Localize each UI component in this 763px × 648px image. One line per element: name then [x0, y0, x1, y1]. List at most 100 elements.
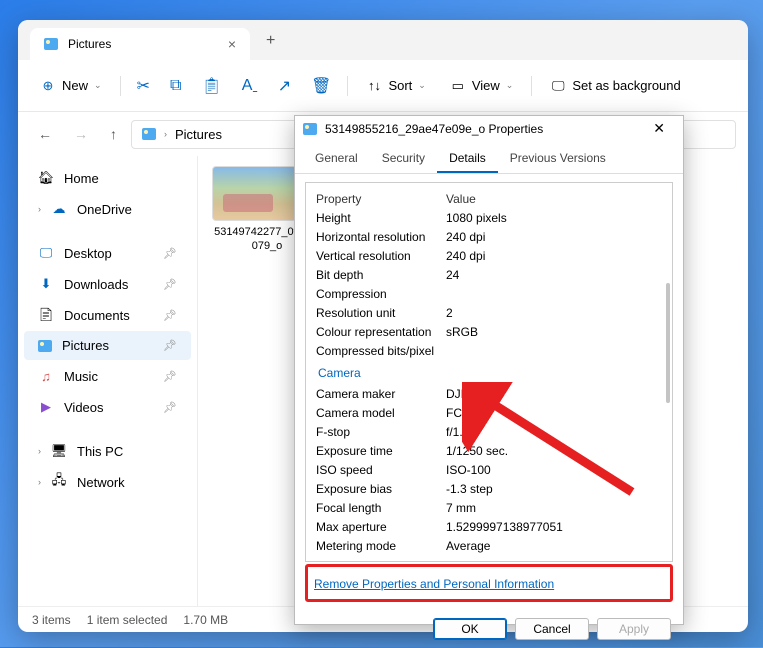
delete-button[interactable]: 🗑︎ — [303, 70, 339, 102]
breadcrumb-location: Pictures — [175, 127, 222, 142]
prop-row[interactable]: Compressed bits/pixel — [316, 341, 662, 360]
trash-icon: 🗑︎ — [311, 76, 331, 96]
sort-button[interactable]: ↑↓ Sort ⌄ — [356, 72, 435, 100]
pin-icon: 📌︎ — [163, 247, 177, 260]
new-label: New — [62, 78, 88, 93]
prop-value: 24 — [446, 268, 662, 282]
prop-row[interactable]: Colour representationsRGB — [316, 322, 662, 341]
new-tab-button[interactable]: + — [250, 22, 291, 60]
prop-row[interactable]: Height1080 pixels — [316, 208, 662, 227]
pin-icon: 📌︎ — [163, 339, 177, 352]
cut-button[interactable]: ✂ — [129, 70, 158, 102]
sidebar-label: Pictures — [62, 338, 109, 353]
remove-properties-link[interactable]: Remove Properties and Personal Informati… — [312, 569, 556, 597]
status-item-count: 3 items — [32, 613, 71, 627]
chevron-right-icon: › — [164, 129, 167, 139]
ok-button[interactable]: OK — [433, 618, 507, 640]
prop-row[interactable]: Resolution unit2 — [316, 303, 662, 322]
properties-dialog: 53149855216_29ae47e09e_o Properties ✕ Ge… — [294, 115, 684, 625]
dialog-title: 53149855216_29ae47e09e_o Properties — [325, 122, 543, 136]
scrollbar-thumb[interactable] — [666, 283, 670, 403]
prop-key: Exposure bias — [316, 482, 446, 496]
tab-previous-versions[interactable]: Previous Versions — [498, 145, 618, 173]
tab-security[interactable]: Security — [370, 145, 437, 173]
sidebar-item-home[interactable]: 🏠︎Home — [24, 163, 191, 193]
sidebar-label: Home — [64, 171, 99, 186]
prop-row[interactable]: Exposure time1/1250 sec. — [316, 441, 662, 460]
share-button[interactable]: ↗ — [270, 70, 299, 102]
prop-key: Focal length — [316, 501, 446, 515]
scissors-icon: ✂ — [137, 76, 150, 96]
prop-row[interactable]: Bit depth24 — [316, 265, 662, 284]
plus-circle-icon: ⊕ — [40, 78, 56, 94]
close-tab-icon[interactable]: × — [228, 36, 236, 52]
separator — [120, 76, 121, 96]
sidebar-item-documents[interactable]: 📄︎Documents📌︎ — [24, 300, 191, 330]
copy-button[interactable]: ⧉ — [162, 71, 189, 101]
prop-key: Metering mode — [316, 539, 446, 553]
forward-button[interactable]: → — [66, 122, 96, 146]
sidebar-label: Desktop — [64, 246, 112, 261]
prop-value: Average — [446, 539, 662, 553]
paste-button[interactable]: 📋︎ — [193, 70, 229, 102]
sidebar-item-thispc[interactable]: ›🖥︎This PC — [24, 436, 191, 466]
new-button[interactable]: ⊕ New ⌄ — [30, 72, 112, 100]
status-size: 1.70 MB — [183, 613, 228, 627]
prop-row[interactable]: Camera makerDJI — [316, 384, 662, 403]
tab-pictures[interactable]: Pictures × — [30, 28, 250, 60]
sidebar-item-network[interactable]: ›🖧︎Network — [24, 467, 191, 497]
view-icon: ▭ — [450, 78, 466, 94]
chevron-right-icon: › — [38, 446, 41, 456]
clipboard-icon: 📋︎ — [201, 76, 221, 96]
chevron-down-icon: ⌄ — [506, 80, 514, 91]
prop-key: Horizontal resolution — [316, 230, 446, 244]
prop-row[interactable]: Horizontal resolution240 dpi — [316, 227, 662, 246]
prop-key: Height — [316, 211, 446, 225]
sort-label: Sort — [388, 78, 412, 93]
sidebar-item-pictures[interactable]: Pictures 📌︎ — [24, 331, 191, 360]
prop-row[interactable]: Vertical resolution240 dpi — [316, 246, 662, 265]
pictures-icon — [142, 128, 156, 140]
dialog-titlebar[interactable]: 53149855216_29ae47e09e_o Properties ✕ — [295, 116, 683, 141]
prop-row[interactable]: F-stopf/1.7 — [316, 422, 662, 441]
prop-row[interactable]: Compression — [316, 284, 662, 303]
prop-row[interactable]: ISO speedISO-100 — [316, 460, 662, 479]
sidebar-item-onedrive[interactable]: ›☁OneDrive — [24, 194, 191, 224]
sidebar-label: Downloads — [64, 277, 128, 292]
sidebar-item-music[interactable]: ♫Music📌︎ — [24, 361, 191, 391]
tab-general[interactable]: General — [303, 145, 370, 173]
tab-details[interactable]: Details — [437, 145, 498, 173]
close-button[interactable]: ✕ — [643, 116, 675, 141]
prop-value: 1080 pixels — [446, 211, 662, 225]
apply-button[interactable]: Apply — [597, 618, 671, 640]
computer-icon: 🖥︎ — [51, 443, 67, 459]
view-button[interactable]: ▭ View ⌄ — [440, 72, 524, 100]
prop-row[interactable]: Max aperture1.5299997138977051 — [316, 517, 662, 536]
prop-value: sRGB — [446, 325, 662, 339]
properties-list[interactable]: PropertyValue Height1080 pixels Horizont… — [305, 182, 673, 562]
prop-row[interactable]: Exposure bias-1.3 step — [316, 479, 662, 498]
sidebar-item-videos[interactable]: ▶Videos📌︎ — [24, 392, 191, 422]
sidebar-label: Documents — [64, 308, 130, 323]
prop-value: 240 dpi — [446, 249, 662, 263]
sidebar-item-downloads[interactable]: ⬇Downloads📌︎ — [24, 269, 191, 299]
set-background-button[interactable]: 🖵 Set as background — [540, 72, 690, 100]
rename-button[interactable]: Aˍ — [234, 71, 266, 101]
col-property: Property — [316, 192, 446, 206]
sidebar-item-desktop[interactable]: 🖵Desktop📌︎ — [24, 238, 191, 268]
prop-value — [446, 287, 662, 301]
prop-key: Colour representation — [316, 325, 446, 339]
prop-row[interactable]: Metering modeAverage — [316, 536, 662, 555]
cancel-button[interactable]: Cancel — [515, 618, 589, 640]
prop-value: 240 dpi — [446, 230, 662, 244]
share-icon: ↗ — [278, 76, 291, 96]
prop-key: Resolution unit — [316, 306, 446, 320]
prop-row[interactable]: Camera modelFC3582 — [316, 403, 662, 422]
up-button[interactable]: ↑ — [102, 122, 125, 146]
prop-row[interactable]: Focal length7 mm — [316, 498, 662, 517]
dialog-body: PropertyValue Height1080 pixels Horizont… — [295, 174, 683, 610]
back-button[interactable]: ← — [30, 122, 60, 146]
prop-key: Camera maker — [316, 387, 446, 401]
prop-key: Vertical resolution — [316, 249, 446, 263]
tab-title: Pictures — [68, 37, 111, 51]
